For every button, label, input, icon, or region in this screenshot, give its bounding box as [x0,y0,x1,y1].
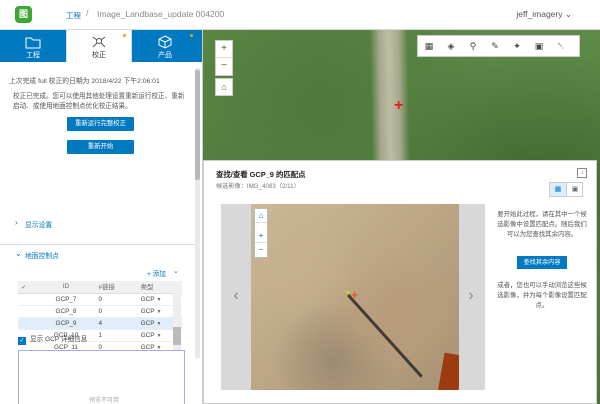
gcp-links: 1 [95,329,138,342]
select-all-checkbox[interactable]: ✓ [18,281,34,294]
preview-unavailable-text: 预览不可用 [89,398,120,404]
candidate-photo[interactable]: + + [251,204,459,390]
user-name: jeff_imagery [516,9,563,19]
gcp-id: GCP_9 [33,317,96,330]
find-match-dialog: 查找/查看 GCP_9 的匹配点 候选影像：IMG_4083（2/11） ↓ ▦… [203,160,597,404]
next-image-icon[interactable]: › [462,284,480,308]
gcp-links: 4 [95,317,138,330]
display-settings-toggle[interactable]: › 显示设置 [0,214,196,232]
previous-image-icon[interactable]: ‹ [227,284,245,308]
show-gcp-detail-label: 显示 GCP 详细信息 [30,336,88,343]
tab-adjust-label: 校正 [92,52,106,59]
gcp-section-toggle[interactable]: ⌄ 地面控制点 [0,244,196,262]
breadcrumb-separator: / [86,8,89,18]
table-row[interactable]: GCP_7 0 GCP ▼ [18,293,182,306]
gcp-links: 0 [95,305,138,318]
tie-points-icon[interactable]: ✦ [510,40,524,54]
column-header-type[interactable]: 类型 [137,281,182,294]
caret-down-icon: ▼ [156,320,162,327]
column-header-id[interactable]: ID [33,281,96,294]
dialog-title: 查找/查看 GCP_9 的匹配点 [216,170,306,179]
top-bar: 图 工程 / Image_Landbase_update 004200 jeff… [0,0,600,30]
status-dot [190,34,193,37]
view-toggle: ▦ ▣ [549,182,583,197]
tab-adjust[interactable]: 校正 [66,30,132,62]
find-rest-button[interactable]: 查找其余内容 [517,256,567,269]
caret-down-icon: ▼ [156,308,162,315]
tab-products[interactable]: 产品 [132,30,198,62]
image-view-icon[interactable]: ▣ [532,40,546,54]
user-menu[interactable]: jeff_imagery ⌄ [516,9,572,20]
map-zoom-controls: + − [215,40,233,76]
help-text-intro: 要开始此过程，请在其中一个候选影像中设置匹配点。随后我们可以为您查找其余内容。 [497,211,587,238]
breadcrumb-project-link[interactable]: 工程 [66,10,81,21]
measure-icon[interactable]: ✎ [488,40,502,54]
single-view-icon[interactable]: ▦ [550,183,567,196]
match-point-icon[interactable]: + [351,288,358,302]
tab-bar: 工程 校正 产品 [0,30,202,62]
rerun-adjust-button[interactable]: 重新运行完整校正 [67,117,134,131]
layers-icon[interactable]: ◈ [444,40,458,54]
restart-button[interactable]: 重新开始 [67,140,134,154]
delete-icon[interactable]: ␡ [554,40,568,54]
zoom-out-button[interactable]: − [216,58,232,75]
gcp-id: GCP_8 [33,305,96,318]
tab-products-label: 产品 [158,52,172,59]
table-header-row: ✓ ID #链接 类型 [18,281,182,294]
candidate-image-label: 候选影像：IMG_4083（2/11） [216,183,300,190]
chevron-right-icon: › [15,218,18,227]
photo-zoom-out-button[interactable]: − [255,243,267,257]
app-logo[interactable]: 图 [15,6,32,23]
gcp-section-title: 地面控制点 [25,253,59,260]
caret-down-icon: ▼ [156,296,162,303]
table-scrollbar[interactable] [173,293,181,357]
table-row[interactable]: GCP_8 0 GCP ▼ [18,305,182,318]
last-adjust-timestamp: 上次完成 full 校正的日期为 2018/4/22 下午2:06:01 [9,78,160,85]
gcp-id: GCP_7 [33,293,96,306]
candidate-point-icon: + [345,288,351,299]
breadcrumb-project-name: Image_Landbase_update 004200 [97,9,225,19]
folder-icon [25,37,41,49]
map-toolbar: ▦ ◈ ⚲ ✎ ✦ ▣ ␡ [417,35,580,57]
table-row-selected[interactable]: GCP_9 4 GCP ▼ [18,317,182,330]
cube-icon [158,35,172,49]
chevron-down-icon: ⌄ [15,249,22,258]
tab-project[interactable]: 工程 [0,30,66,62]
gcp-crosshair-icon[interactable]: + [394,98,403,114]
photo-edge [437,352,459,390]
left-panel: 工程 校正 产品 上次完成 full 校正的日期为 2018/4/22 下午2:… [0,30,203,404]
status-dot [123,34,126,37]
basemap-icon[interactable]: ▦ [422,40,436,54]
search-icon[interactable]: ⚲ [466,40,480,54]
photo-zoom-in-button[interactable]: + [255,229,267,243]
tab-project-label: 工程 [26,52,40,59]
minimize-icon[interactable]: ↓ [577,168,587,178]
column-header-links[interactable]: #链接 [95,281,138,294]
adjust-description: 校正已完成。您可以使用其他处理设置重新运行校正、重新启动、或使用地面控制点优化校… [13,93,185,110]
home-icon[interactable]: ⌂ [215,78,233,96]
zoom-in-button[interactable]: + [216,41,232,58]
home-icon[interactable]: ⌂ [255,209,267,223]
candidate-image-viewer[interactable]: + + ⌂ + − ‹ › [221,204,485,390]
gcp-links: 0 [95,293,138,306]
chevron-down-icon[interactable]: ⌄ [173,267,179,275]
help-text-manual: 或者，您也可以手动浏览这些候选影像，并为每个影像设置匹配点。 [497,282,587,309]
show-gcp-detail-checkbox[interactable]: ✓ 显示 GCP 详细信息 [18,333,87,345]
photo-zoom-controls: ⌂ + − [254,208,268,258]
photo-shadow [347,293,423,378]
table-scrollbar-thumb[interactable] [173,327,181,345]
drone-icon [92,36,106,48]
gcp-preview-box: 预览不可用 [18,350,185,404]
caret-down-icon: ▼ [156,332,162,339]
display-settings-label: 显示设置 [25,222,53,229]
checkbox-checked-icon: ✓ [18,337,26,345]
grid-view-icon[interactable]: ▣ [567,183,583,196]
panel-scrollbar-thumb[interactable] [195,70,200,180]
add-gcp-button[interactable]: + 添加 [147,268,166,278]
chevron-down-icon: ⌄ [564,9,572,19]
